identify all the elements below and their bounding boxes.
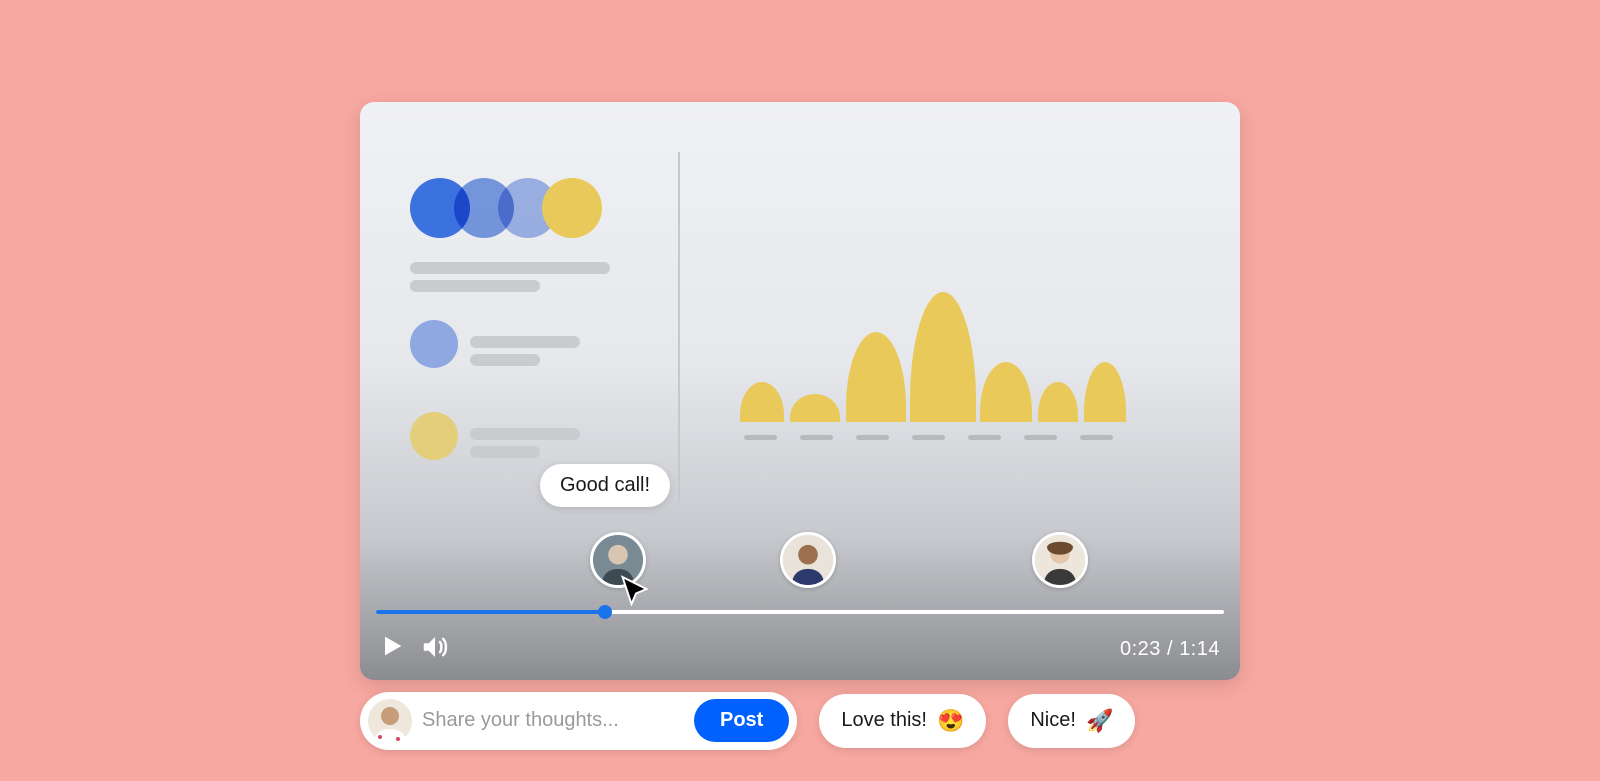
timeline-avatar-marker[interactable] — [1032, 532, 1088, 588]
reaction-chip[interactable]: Nice! 🚀 — [1008, 694, 1135, 748]
compose-avatar — [368, 699, 412, 743]
timeline-avatar-marker[interactable] — [780, 532, 836, 588]
comment-tooltip-text: Good call! — [560, 474, 650, 496]
reaction-chip-text: Love this! — [841, 709, 927, 732]
heart-eyes-emoji-icon: 😍 — [937, 708, 964, 734]
volume-icon — [420, 632, 450, 662]
progress-fill — [376, 610, 605, 614]
post-button[interactable]: Post — [694, 699, 789, 742]
decor-circle — [410, 412, 458, 460]
slide-divider — [678, 152, 680, 502]
video-player: Good call! — [360, 102, 1240, 680]
comment-tooltip: Good call! — [540, 464, 670, 507]
reaction-chip-text: Nice! — [1030, 709, 1076, 732]
current-time: 0:23 — [1120, 638, 1161, 660]
compose-input[interactable] — [422, 709, 682, 732]
compose-row: Post Love this! 😍 Nice! 🚀 — [360, 692, 1240, 750]
decor-bar — [470, 354, 540, 366]
rocket-emoji-icon: 🚀 — [1086, 708, 1113, 734]
volume-button[interactable] — [420, 632, 450, 662]
stage: Good call! — [360, 102, 1240, 680]
timecode-separator: / — [1161, 638, 1179, 660]
decor-circle — [542, 178, 602, 238]
timecode: 0:23 / 1:14 — [1120, 638, 1220, 661]
compose-pill: Post — [360, 692, 797, 750]
progress-knob[interactable] — [598, 605, 612, 619]
decor-bar — [470, 428, 580, 440]
reaction-chip[interactable]: Love this! 😍 — [819, 694, 986, 748]
progress-track[interactable] — [376, 610, 1224, 614]
play-icon — [378, 632, 406, 660]
duration: 1:14 — [1179, 638, 1220, 660]
decor-circle — [410, 320, 458, 368]
play-button[interactable] — [378, 632, 406, 660]
decor-chart — [740, 282, 1140, 422]
decor-bar — [470, 336, 580, 348]
timeline-avatar-marker[interactable] — [590, 532, 646, 588]
decor-bar — [410, 280, 540, 292]
decor-bar — [470, 446, 540, 458]
decor-bar — [410, 262, 610, 274]
